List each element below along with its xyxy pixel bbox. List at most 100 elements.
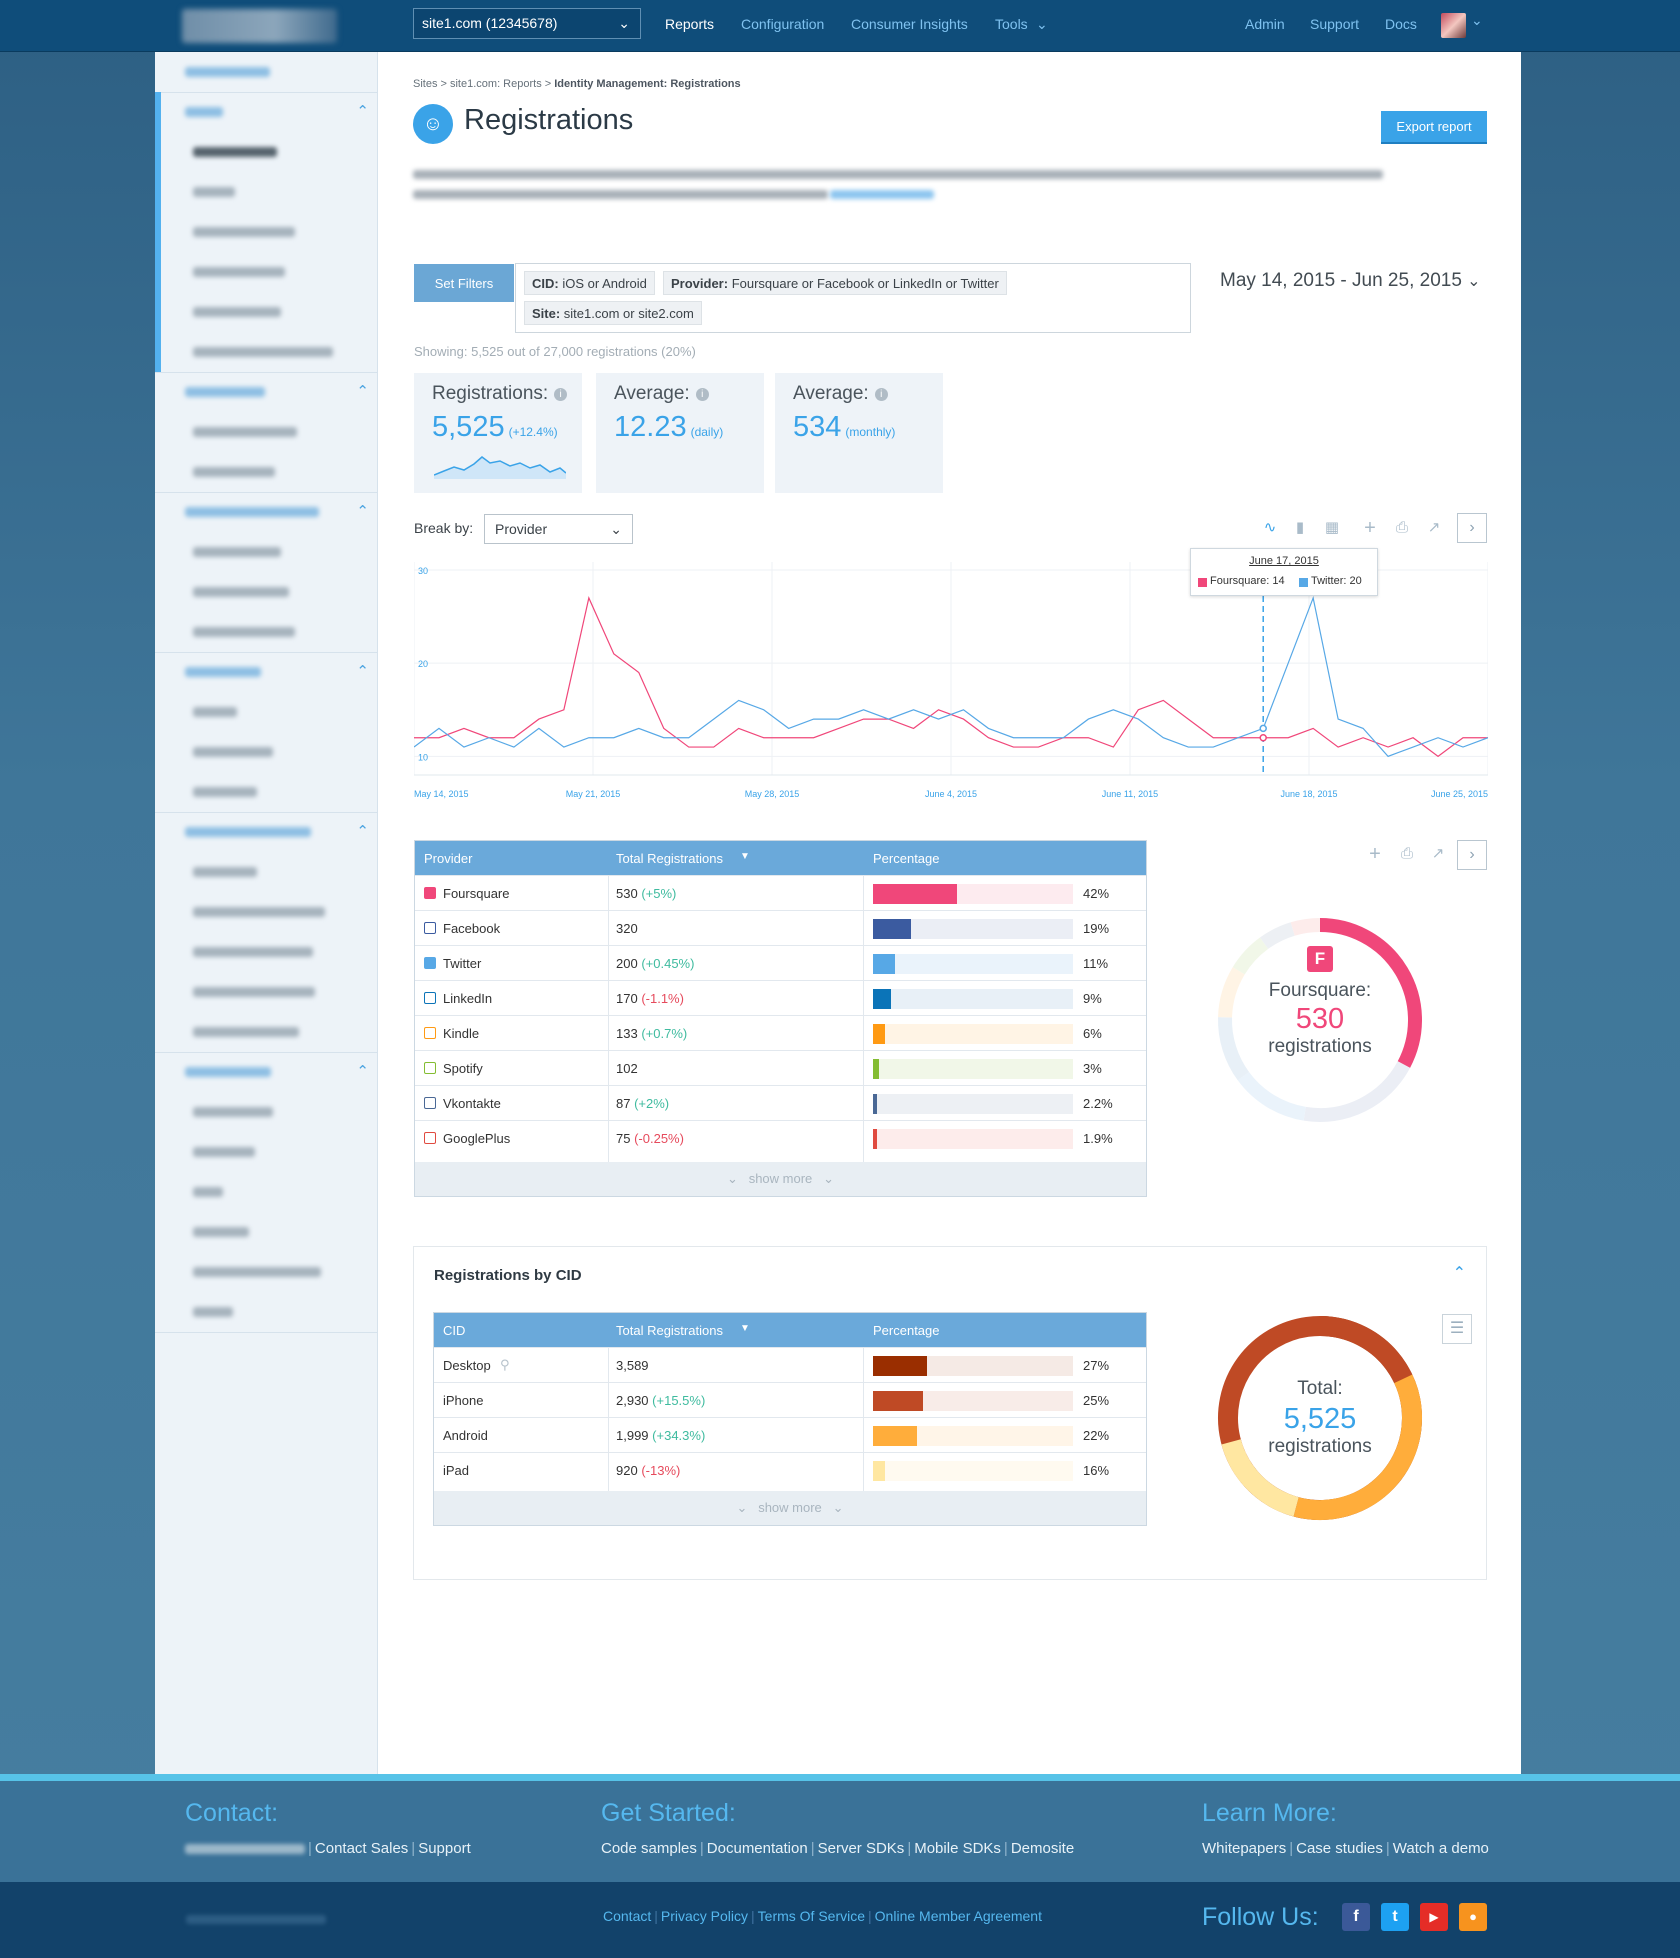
filter-chip-provider[interactable]: Provider: Foursquare or Facebook or Link… [663,271,1007,295]
export-report-button[interactable]: Export report [1381,111,1487,144]
nav-support[interactable]: Support [1310,0,1359,50]
sidebar-section[interactable]: ⌃ [155,812,377,852]
code-samples-link[interactable]: Code samples [601,1840,697,1857]
nav-docs[interactable]: Docs [1385,0,1417,50]
table-row[interactable]: Twitter 200 (+0.45%) 11% [415,945,1146,980]
print-icon[interactable]: ⎙ [1397,844,1417,864]
show-more-button[interactable]: ⌄ show more ⌄ [434,1491,1146,1525]
info-icon[interactable]: i [874,388,888,401]
share-icon[interactable]: ↗ [1428,844,1448,864]
sidebar-section[interactable]: ⌃ [155,1052,377,1092]
chevron-up-icon[interactable]: ⌃ [356,102,369,120]
line-chart-icon[interactable]: ∿ [1260,518,1280,538]
sidebar-item[interactable] [155,972,377,1012]
sort-down-icon[interactable]: ▼ [740,851,750,862]
search-icon[interactable]: ⚲ [500,1357,510,1373]
sidebar-item[interactable] [155,572,377,612]
twitter-icon[interactable]: t [1381,1903,1409,1931]
sidebar-item[interactable] [155,332,377,372]
donut-slice[interactable] [1259,922,1295,950]
sidebar-item[interactable] [155,1252,377,1292]
set-filters-button[interactable]: Set Filters [414,264,514,302]
breadcrumb-path[interactable]: Sites > site1.com: Reports > [413,78,554,90]
nav-consumer-insights[interactable]: Consumer Insights [851,0,968,50]
table-row[interactable]: Android 1,999 (+34.3%) 22% [434,1417,1146,1452]
series-checkbox[interactable] [424,1062,436,1074]
nav-configuration[interactable]: Configuration [741,0,824,50]
series-checkbox[interactable] [424,957,436,969]
table-row[interactable]: iPhone 2,930 (+15.5%) 25% [434,1382,1146,1417]
sidebar-item[interactable] [155,412,377,452]
chevron-up-icon[interactable]: ⌃ [356,1062,369,1080]
series-checkbox[interactable] [424,887,436,899]
developer-guide-link[interactable] [830,190,934,199]
support-link[interactable]: Support [418,1840,471,1857]
chevron-up-icon[interactable]: ⌃ [356,662,369,680]
watch-demo-link[interactable]: Watch a demo [1393,1840,1489,1857]
series-checkbox[interactable] [424,1132,436,1144]
table-row[interactable]: Facebook 320 19% [415,910,1146,945]
nav-reports[interactable]: Reports [665,0,714,50]
documentation-link[interactable]: Documentation [707,1840,808,1857]
server-sdks-link[interactable]: Server SDKs [818,1840,905,1857]
plus-icon[interactable]: + [1360,518,1380,538]
privacy-policy-link[interactable]: Privacy Policy [661,1908,748,1924]
user-avatar[interactable] [1441,13,1466,38]
filter-chip-site[interactable]: Site: site1.com or site2.com [524,301,702,325]
sidebar-section[interactable]: ⌃ [155,372,377,412]
donut-slice[interactable] [1218,967,1245,1018]
share-icon[interactable]: ↗ [1424,518,1444,538]
table-row[interactable]: LinkedIn 170 (-1.1%) 9% [415,980,1146,1015]
header-total-registrations[interactable]: Total Registrations [616,851,723,866]
chevron-right-icon[interactable]: › [1457,513,1487,543]
header-cid[interactable]: CID [443,1323,465,1338]
donut-slice[interactable] [1290,918,1321,936]
sidebar-section[interactable]: ⌃ [155,92,377,132]
sidebar-item[interactable] [155,212,377,252]
sidebar-item[interactable] [155,852,377,892]
header-provider[interactable]: Provider [424,851,472,866]
sidebar-item[interactable] [155,1092,377,1132]
sidebar-item[interactable] [155,292,377,332]
sidebar-item[interactable] [155,932,377,972]
youtube-icon[interactable]: ▶ [1420,1903,1448,1931]
sidebar-section[interactable]: ⌃ [155,652,377,692]
sidebar-item[interactable] [155,692,377,732]
chevron-right-icon[interactable]: › [1457,840,1487,870]
sidebar-item[interactable] [155,172,377,212]
sidebar-item[interactable] [155,892,377,932]
donut-slice[interactable] [1232,937,1269,975]
member-agreement-link[interactable]: Online Member Agreement [875,1908,1042,1924]
series-checkbox[interactable] [424,922,436,934]
site-selector[interactable]: site1.com (12345678) ⌄ [413,8,641,39]
mobile-sdks-link[interactable]: Mobile SDKs [914,1840,1001,1857]
table-row[interactable]: Kindle 133 (+0.7%) 6% [415,1015,1146,1050]
facebook-icon[interactable]: f [1342,1903,1370,1931]
sidebar-item[interactable] [155,452,377,492]
sidebar-item[interactable] [155,612,377,652]
sidebar-item[interactable] [155,732,377,772]
show-more-button[interactable]: ⌄ show more ⌄ [415,1162,1146,1196]
chevron-up-icon[interactable]: ⌃ [356,382,369,400]
filter-chip-cid[interactable]: CID: iOS or Android [524,271,655,295]
sidebar-section[interactable] [155,52,377,92]
info-icon[interactable]: i [695,388,709,401]
rss-icon[interactable]: ● [1459,1903,1487,1931]
header-total-registrations[interactable]: Total Registrations [616,1323,723,1338]
sidebar-item[interactable] [155,1292,377,1332]
chevron-up-icon[interactable]: ⌃ [356,502,369,520]
bar-chart-icon[interactable]: ▮ [1290,518,1310,538]
donut-slice[interactable] [1303,1061,1411,1122]
nav-tools[interactable]: Tools [995,0,1028,50]
series-checkbox[interactable] [424,1097,436,1109]
demosite-link[interactable]: Demosite [1011,1840,1074,1857]
sidebar-item[interactable] [155,1172,377,1212]
print-icon[interactable]: ⎙ [1392,518,1412,538]
header-percentage[interactable]: Percentage [873,851,940,866]
header-percentage[interactable]: Percentage [873,1323,940,1338]
info-icon[interactable]: i [554,388,568,401]
table-row[interactable]: Vkontakte 87 (+2%) 2.2% [415,1085,1146,1120]
contact-link[interactable]: Contact [603,1908,651,1924]
menu-icon[interactable]: ☰ [1442,1314,1472,1344]
chevron-up-icon[interactable]: ⌃ [356,822,369,840]
